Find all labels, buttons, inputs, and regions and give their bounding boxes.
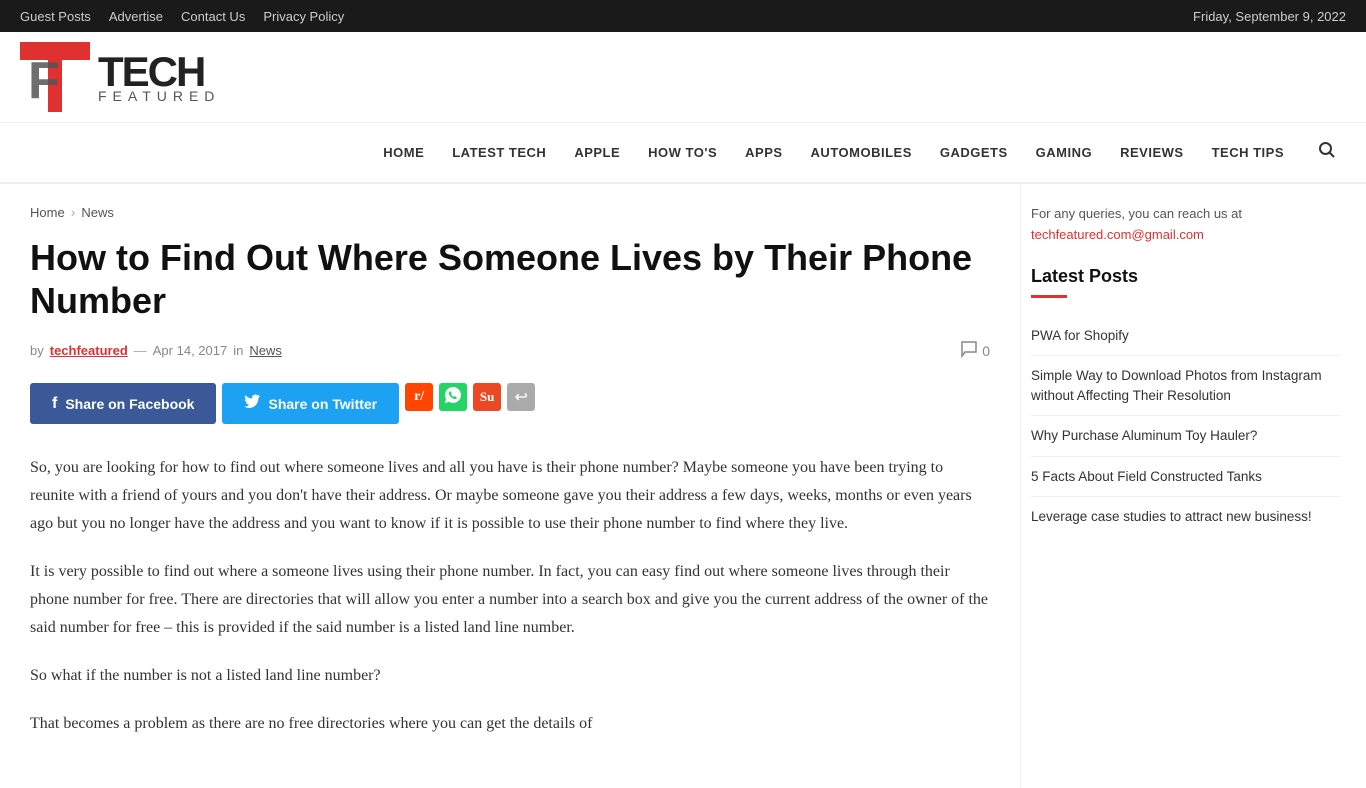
sidebar: For any queries, you can reach us at tec… (1020, 184, 1360, 788)
nav-reviews[interactable]: REVIEWS (1106, 127, 1197, 178)
meta-comments[interactable]: 0 (960, 340, 990, 361)
list-item: Simple Way to Download Photos from Insta… (1031, 356, 1340, 416)
share-buttons: f Share on Facebook Share on Twitter r/ (30, 383, 990, 424)
nav-apple[interactable]: APPLE (560, 127, 634, 178)
sidebar-post-link-3[interactable]: Why Purchase Aluminum Toy Hauler? (1031, 426, 1340, 446)
main-container: Home › News How to Find Out Where Someon… (0, 184, 1366, 788)
share-twitter-button[interactable]: Share on Twitter (222, 383, 399, 424)
meta-left: by techfeatured — Apr 14, 2017 in News (30, 343, 282, 358)
share-reddit-button[interactable]: r/ (405, 383, 433, 411)
share-stumble-button[interactable]: Su (473, 383, 501, 411)
content-area: Home › News How to Find Out Where Someon… (0, 184, 1020, 788)
sidebar-contact-email[interactable]: techfeatured.com@gmail.com (1031, 227, 1204, 242)
nav-tech-tips[interactable]: TECH TIPS (1198, 127, 1298, 178)
meta-by-label: by (30, 343, 44, 358)
logo-area[interactable]: F TECH FEATURED (20, 42, 360, 112)
contact-us-link[interactable]: Contact Us (181, 9, 245, 24)
sidebar-title-underline (1031, 295, 1067, 298)
share-facebook-button[interactable]: f Share on Facebook (30, 383, 216, 424)
sidebar-latest-posts-title: Latest Posts (1031, 266, 1340, 287)
sidebar-post-link-2[interactable]: Simple Way to Download Photos from Insta… (1031, 366, 1340, 405)
twitter-icon (244, 393, 260, 414)
list-item: PWA for Shopify (1031, 316, 1340, 357)
article-title: How to Find Out Where Someone Lives by T… (30, 236, 990, 322)
logo-icon: F (20, 42, 90, 112)
nav-latest-tech[interactable]: LATEST TECH (438, 127, 560, 178)
sidebar-post-link-4[interactable]: 5 Facts About Field Constructed Tanks (1031, 467, 1340, 487)
breadcrumb-separator: › (71, 204, 76, 220)
share-twitter-label: Share on Twitter (268, 396, 377, 412)
list-item: Leverage case studies to attract new bus… (1031, 497, 1340, 537)
advertise-link[interactable]: Advertise (109, 9, 163, 24)
nav-apps[interactable]: APPS (731, 127, 796, 178)
reddit-icon: r/ (414, 389, 424, 405)
article-paragraph-3: So what if the number is not a listed la… (30, 662, 990, 690)
top-bar-links: Guest Posts Advertise Contact Us Privacy… (20, 9, 344, 24)
nav-automobiles[interactable]: AUTOMOBILES (797, 127, 926, 178)
logo-text: TECH FEATURED (98, 51, 220, 103)
list-item: Why Purchase Aluminum Toy Hauler? (1031, 416, 1340, 457)
share-other-icon: ↩ (514, 387, 527, 407)
meta-dash: — (134, 343, 147, 358)
share-facebook-label: Share on Facebook (65, 396, 194, 412)
article-paragraph-1: So, you are looking for how to find out … (30, 454, 990, 538)
stumble-icon: Su (480, 389, 494, 405)
nav-items: HOME LATEST TECH APPLE HOW TO'S APPS AUT… (369, 127, 1298, 178)
meta-in-label: in (233, 343, 243, 358)
article-paragraph-2: It is very possible to find out where a … (30, 558, 990, 642)
logo-tech: TECH (98, 51, 220, 93)
current-date: Friday, September 9, 2022 (1193, 9, 1346, 24)
privacy-policy-link[interactable]: Privacy Policy (263, 9, 344, 24)
list-item: 5 Facts About Field Constructed Tanks (1031, 457, 1340, 498)
meta-author-link[interactable]: techfeatured (50, 343, 128, 358)
facebook-icon: f (52, 395, 57, 413)
logo-featured: FEATURED (98, 89, 220, 103)
meta-category-link[interactable]: News (249, 343, 282, 358)
svg-text:F: F (28, 52, 60, 110)
nav-gadgets[interactable]: GADGETS (926, 127, 1022, 178)
article-meta: by techfeatured — Apr 14, 2017 in News 0 (30, 340, 990, 361)
article-content: So, you are looking for how to find out … (30, 454, 990, 738)
article-paragraph-4: That becomes a problem as there are no f… (30, 710, 990, 738)
search-icon[interactable] (1308, 123, 1346, 182)
share-whatsapp-button[interactable] (439, 383, 467, 411)
whatsapp-icon (445, 387, 461, 408)
breadcrumb-current: News (81, 205, 114, 220)
sidebar-contact: For any queries, you can reach us at tec… (1031, 204, 1340, 246)
breadcrumb-home-link[interactable]: Home (30, 205, 65, 220)
sidebar-contact-text: For any queries, you can reach us at (1031, 206, 1242, 221)
comment-count: 0 (982, 343, 990, 359)
sidebar-posts-list: PWA for Shopify Simple Way to Download P… (1031, 316, 1340, 537)
meta-date: Apr 14, 2017 (153, 343, 227, 358)
guest-posts-link[interactable]: Guest Posts (20, 9, 91, 24)
nav-home[interactable]: HOME (369, 127, 438, 178)
top-bar: Guest Posts Advertise Contact Us Privacy… (0, 0, 1366, 32)
share-other-button[interactable]: ↩ (507, 383, 535, 411)
site-header: F TECH FEATURED (0, 32, 1366, 123)
breadcrumb: Home › News (30, 204, 990, 220)
main-nav: HOME LATEST TECH APPLE HOW TO'S APPS AUT… (0, 123, 1366, 184)
sidebar-post-link-5[interactable]: Leverage case studies to attract new bus… (1031, 507, 1340, 527)
sidebar-post-link-1[interactable]: PWA for Shopify (1031, 326, 1340, 346)
nav-gaming[interactable]: GAMING (1022, 127, 1106, 178)
comment-icon (960, 340, 978, 361)
nav-how-tos[interactable]: HOW TO'S (634, 127, 731, 178)
